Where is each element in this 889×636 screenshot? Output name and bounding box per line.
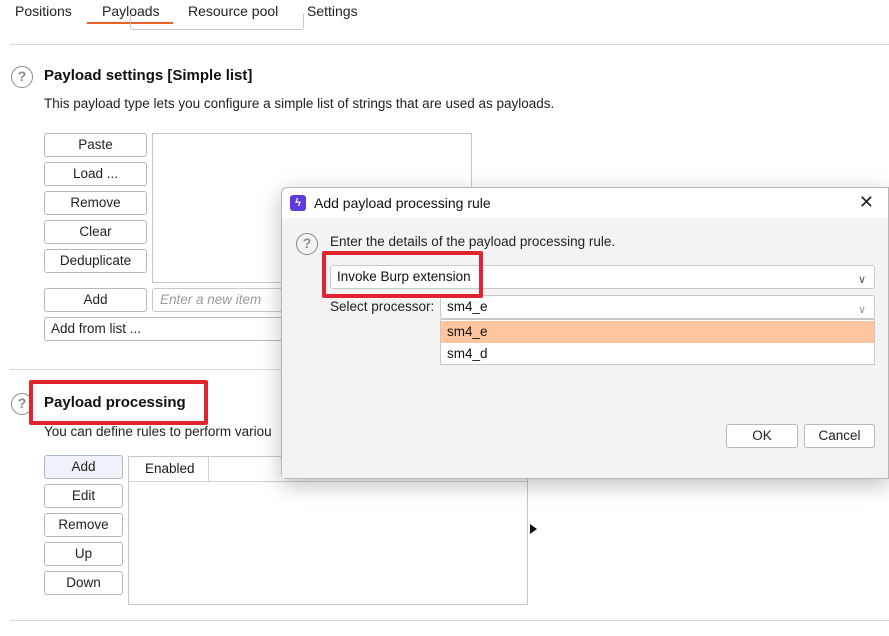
column-enabled[interactable]: Enabled <box>129 457 209 482</box>
paste-button[interactable]: Paste <box>44 133 147 157</box>
section-divider <box>10 620 889 621</box>
add-item-button[interactable]: Add <box>44 288 147 312</box>
highlight-annotation <box>29 380 208 425</box>
cancel-button[interactable]: Cancel <box>804 424 875 448</box>
processor-label: Select processor: <box>330 299 435 314</box>
remove-rule-button[interactable]: Remove <box>44 513 123 537</box>
chevron-down-icon: ∨ <box>857 304 866 316</box>
payload-type-select-fragment[interactable] <box>130 14 304 30</box>
dropdown-option-sm4-e[interactable]: sm4_e <box>441 321 874 343</box>
tab-settings[interactable]: Settings <box>307 3 358 19</box>
processor-select[interactable]: sm4_e ∨ <box>440 295 875 319</box>
ok-button[interactable]: OK <box>726 424 798 448</box>
payload-settings-description: This payload type lets you configure a s… <box>44 96 555 111</box>
new-item-input[interactable]: Enter a new item <box>152 288 292 312</box>
load-button[interactable]: Load ... <box>44 162 147 186</box>
add-rule-button[interactable]: Add <box>44 455 123 479</box>
processor-value: sm4_e <box>447 299 488 314</box>
dropdown-option-sm4-d[interactable]: sm4_d <box>441 343 874 365</box>
remove-button[interactable]: Remove <box>44 191 147 215</box>
edit-rule-button[interactable]: Edit <box>44 484 123 508</box>
add-processing-rule-dialog: ϟ Add payload processing rule ✕ ? Enter … <box>281 187 889 479</box>
burp-logo-icon: ϟ <box>290 195 306 211</box>
chevron-down-icon: ∨ <box>857 274 866 286</box>
up-rule-button[interactable]: Up <box>44 542 123 566</box>
down-rule-button[interactable]: Down <box>44 571 123 595</box>
add-from-list-dropdown[interactable]: Add from list ... <box>44 317 294 341</box>
highlight-annotation <box>322 251 483 298</box>
payload-settings-title: Payload settings [Simple list] <box>44 67 253 84</box>
question-circle-icon[interactable]: ? <box>11 66 33 88</box>
section-divider <box>10 44 889 45</box>
deduplicate-button[interactable]: Deduplicate <box>44 249 147 273</box>
question-circle-icon[interactable]: ? <box>296 233 318 255</box>
dialog-title: Add payload processing rule <box>314 195 491 211</box>
caret-right-icon <box>530 524 537 534</box>
dialog-titlebar: ϟ Add payload processing rule ✕ <box>282 188 888 218</box>
dialog-prompt: Enter the details of the payload process… <box>330 234 616 249</box>
tab-positions[interactable]: Positions <box>15 3 72 19</box>
processor-dropdown-list: sm4_e sm4_d <box>440 319 875 365</box>
clear-button[interactable]: Clear <box>44 220 147 244</box>
payload-processing-description: You can define rules to perform variou <box>44 424 272 439</box>
close-icon[interactable]: ✕ <box>859 193 874 211</box>
